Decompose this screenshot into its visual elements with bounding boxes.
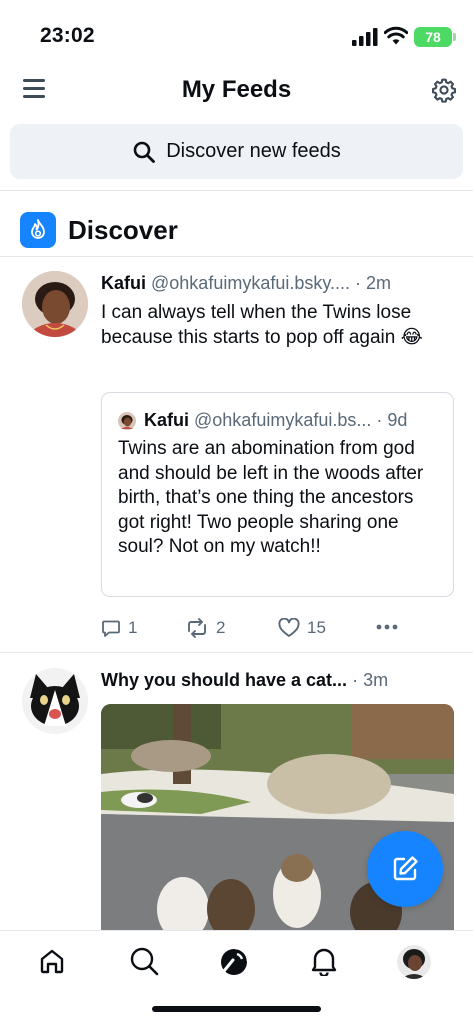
compose-button[interactable] [367, 831, 443, 907]
tab-search[interactable] [128, 945, 160, 977]
avatar[interactable] [22, 271, 88, 337]
discover-feeds-label: Discover new feeds [166, 140, 341, 162]
avatar [118, 411, 136, 430]
wifi-icon [384, 26, 408, 45]
quote-text: Twins are an abomination from god and sh… [118, 438, 424, 557]
quote-author-handle: @ohkafuimykafui.bs... [194, 410, 372, 430]
repost-count: 2 [216, 618, 226, 637]
status-time: 23:02 [40, 24, 95, 47]
discover-feed-icon [20, 212, 56, 248]
avatar [397, 945, 431, 979]
gear-icon[interactable] [431, 77, 457, 103]
tab-home[interactable] [36, 945, 68, 977]
page-title: My Feeds [181, 76, 292, 103]
feed-heading[interactable]: Discover [20, 210, 178, 250]
status-bar: 23:02 78 [0, 0, 473, 66]
discover-feeds-button[interactable]: Discover new feeds [10, 124, 463, 179]
compose-icon [393, 856, 418, 881]
tab-feeds[interactable] [218, 945, 250, 977]
post-text: I can always tell when the Twins lose be… [101, 302, 423, 348]
author-name[interactable]: Kafui [101, 273, 146, 293]
post-title[interactable]: Why you should have a cat... [101, 670, 347, 690]
reply-icon [102, 620, 120, 637]
like-button[interactable]: 15 [278, 618, 326, 638]
feeds-icon [221, 946, 250, 975]
divider [0, 190, 473, 191]
post-actions: 1 2 15 [101, 618, 421, 642]
avatar[interactable] [22, 668, 88, 734]
cellular-signal-icon [352, 28, 378, 46]
divider [0, 652, 473, 653]
battery-level: 78 [425, 29, 441, 45]
search-icon [133, 141, 156, 163]
quoted-post[interactable]: Kafui @ohkafuimykafui.bs... · 9d Twins a… [101, 392, 454, 597]
post-time: · 3m [352, 670, 389, 690]
search-icon [130, 947, 159, 976]
quote-header: Kafui @ohkafuimykafui.bs... · 9d [118, 410, 407, 431]
home-indicator [152, 1006, 321, 1012]
tab-profile[interactable] [397, 945, 431, 979]
app-header: My Feeds [0, 66, 473, 116]
post-header: Why you should have a cat... · 3m [101, 670, 388, 691]
reply-button[interactable]: 1 [101, 618, 137, 638]
divider [0, 256, 473, 257]
quote-time: · 9d [376, 410, 408, 430]
post-time: · 2m [355, 273, 392, 293]
feed-title: Discover [68, 214, 178, 245]
heart-icon [278, 618, 300, 637]
home-icon [40, 949, 64, 974]
tab-notifications[interactable] [308, 945, 340, 977]
author-handle[interactable]: @ohkafuimykafui.bsky.... [151, 273, 350, 293]
post-header: Kafui @ohkafuimykafui.bsky.... · 2m [101, 273, 391, 294]
reply-count: 1 [128, 618, 138, 637]
more-options-button[interactable] [376, 624, 398, 630]
bell-icon [311, 948, 337, 976]
like-count: 15 [307, 618, 326, 637]
repost-button[interactable]: 2 [185, 618, 225, 638]
more-icon [376, 624, 398, 630]
battery-indicator: 78 [414, 27, 456, 47]
quote-author-name: Kafui [144, 410, 189, 430]
repost-icon [188, 618, 206, 638]
